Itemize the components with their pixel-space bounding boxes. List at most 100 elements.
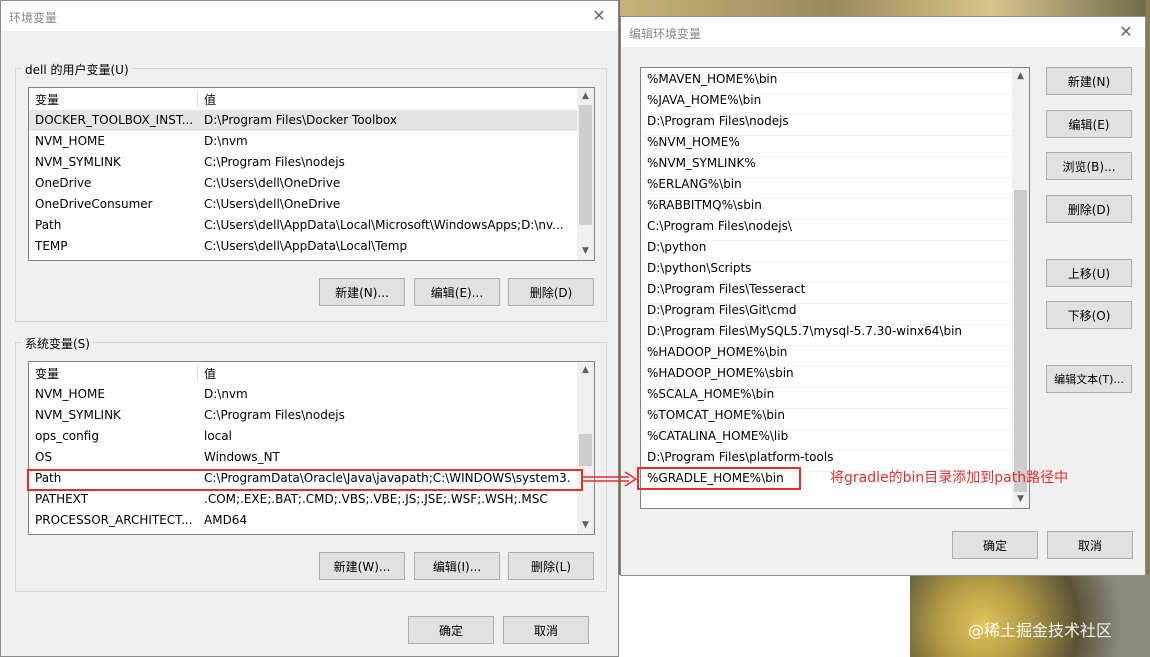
system-delete-button[interactable]: 删除(L) (508, 552, 594, 580)
row-divider (645, 240, 1013, 241)
list-item[interactable]: %HADOOP_HOME%\sbin (641, 363, 1013, 384)
table-row[interactable]: PATHEXT .COM;.EXE;.BAT;.CMD;.VBS;.VBE;.JS… (29, 489, 577, 510)
variable-value: AMD64 (204, 513, 248, 527)
scroll-thumb[interactable] (579, 105, 592, 225)
list-item[interactable]: %NVM_HOME% (641, 132, 1013, 153)
column-header-value[interactable]: 值 (204, 365, 216, 382)
row-divider (645, 282, 1013, 283)
system-edit-button[interactable]: 编辑(I)... (414, 552, 500, 580)
column-separator[interactable] (197, 364, 198, 382)
list-item[interactable]: D:\Program Files\nodejs (641, 111, 1013, 132)
scroll-down-icon[interactable]: ▼ (1012, 491, 1029, 508)
row-divider (645, 177, 1013, 178)
scroll-thumb[interactable] (579, 434, 592, 466)
user-edit-button[interactable]: 编辑(E)... (414, 278, 500, 306)
table-row[interactable]: OneDriveConsumer C:\Users\dell\OneDrive (29, 194, 577, 215)
table-row[interactable]: NVM_SYMLINK C:\Program Files\nodejs (29, 405, 577, 426)
scroll-down-icon[interactable]: ▼ (577, 517, 594, 534)
list-item[interactable]: D:\Program Files\platform-tools (641, 447, 1013, 468)
path-entry: D:\Program Files\platform-tools (647, 450, 834, 464)
table-row[interactable]: NVM_HOME D:\nvm (29, 131, 577, 152)
list-item[interactable]: %TOMCAT_HOME%\bin (641, 405, 1013, 426)
variable-value: local (204, 429, 232, 443)
user-new-button[interactable]: 新建(N)... (319, 278, 405, 306)
path-entry: D:\Program Files\MySQL5.7\mysql-5.7.30-w… (647, 324, 963, 338)
list-item[interactable]: %CATALINA_HOME%\lib (641, 426, 1013, 447)
scroll-up-icon[interactable]: ▲ (577, 362, 594, 379)
path-browse-button[interactable]: 浏览(B)... (1046, 152, 1132, 180)
list-item[interactable]: %RABBITMQ%\sbin (641, 195, 1013, 216)
table-row[interactable]: OS Windows_NT (29, 447, 577, 468)
system-variables-list[interactable]: 变量 值 NVM_HOME D:\nvm NVM_SYMLINK C:\Program… (28, 361, 595, 535)
path-entry: D:\python\Scripts (647, 261, 752, 275)
table-row[interactable]: DOCKER_TOOLBOX_INST... D:\Program Files\D… (29, 110, 577, 131)
variable-value: C:\Users\dell\AppData\Local\Microsoft\Wi… (204, 218, 564, 232)
move-down-button[interactable]: 下移(O) (1046, 301, 1132, 329)
list-item[interactable]: D:\Program Files\MySQL5.7\mysql-5.7.30-w… (641, 321, 1013, 342)
path-entry: %ERLANG%\bin (647, 177, 742, 191)
ok-button[interactable]: 确定 (952, 531, 1038, 559)
table-row[interactable]: TEMP C:\Users\dell\AppData\Local\Temp (29, 236, 577, 257)
list-item[interactable]: %ERLANG%\bin (641, 174, 1013, 195)
path-delete-button[interactable]: 删除(D) (1046, 195, 1132, 223)
scroll-down-icon[interactable]: ▼ (577, 243, 594, 260)
variable-value: Windows_NT (204, 450, 280, 464)
variable-name: PATHEXT (35, 492, 89, 506)
scroll-thumb[interactable] (1014, 190, 1027, 492)
title-bar[interactable]: 编辑环境变量 ✕ (621, 17, 1145, 47)
list-item[interactable]: D:\python\Scripts (641, 258, 1013, 279)
cancel-button[interactable]: 取消 (503, 616, 589, 644)
list-item[interactable]: %MAVEN_HOME%\bin (641, 69, 1013, 90)
column-header-variable[interactable]: 变量 (35, 365, 59, 382)
row-divider (645, 198, 1013, 199)
close-icon[interactable]: ✕ (588, 5, 610, 27)
row-divider (645, 387, 1013, 388)
move-up-button[interactable]: 上移(U) (1046, 259, 1132, 287)
vertical-scrollbar[interactable]: ▲ ▼ (577, 88, 594, 260)
table-row[interactable]: NVM_HOME D:\nvm (29, 384, 577, 405)
list-item[interactable]: D:\Program Files\Git\cmd (641, 300, 1013, 321)
list-item[interactable]: D:\Program Files\Tesseract (641, 279, 1013, 300)
list-item[interactable]: D:\python (641, 237, 1013, 258)
row-divider (645, 156, 1013, 157)
cancel-button[interactable]: 取消 (1047, 531, 1133, 559)
list-item[interactable]: %NVM_SYMLINK% (641, 153, 1013, 174)
path-edit-button[interactable]: 编辑(E) (1046, 110, 1132, 138)
path-new-button[interactable]: 新建(N) (1046, 67, 1132, 95)
table-row[interactable]: ops_config local (29, 426, 577, 447)
row-divider (645, 93, 1013, 94)
edit-text-button[interactable]: 编辑文本(T)... (1046, 365, 1132, 393)
table-row[interactable]: Path C:\Users\dell\AppData\Local\Microsof… (29, 215, 577, 236)
scroll-up-icon[interactable]: ▲ (1012, 68, 1029, 85)
window-title: 编辑环境变量 (629, 27, 702, 41)
table-row[interactable]: OneDrive C:\Users\dell\OneDrive (29, 173, 577, 194)
list-item[interactable]: C:\Program Files\nodejs\ (641, 216, 1013, 237)
list-item[interactable]: %SCALA_HOME%\bin (641, 384, 1013, 405)
list-item[interactable]: %JAVA_HOME%\bin (641, 90, 1013, 111)
variable-value: .COM;.EXE;.BAT;.CMD;.VBS;.VBE;.JS;.JSE;.… (204, 492, 548, 506)
path-entry: %NVM_HOME% (647, 135, 740, 149)
row-divider (645, 219, 1013, 220)
scroll-up-icon[interactable]: ▲ (577, 88, 594, 105)
path-entry: D:\Program Files\Tesseract (647, 282, 806, 296)
system-variables-label: 系统变量(S) (22, 335, 93, 352)
row-divider (645, 135, 1013, 136)
column-header-variable[interactable]: 变量 (35, 91, 59, 108)
vertical-scrollbar[interactable]: ▲ ▼ (577, 362, 594, 534)
ok-button[interactable]: 确定 (408, 616, 494, 644)
column-separator[interactable] (197, 90, 198, 108)
user-delete-button[interactable]: 删除(D) (508, 278, 594, 306)
column-header-value[interactable]: 值 (204, 91, 216, 108)
table-row[interactable]: NVM_SYMLINK C:\Program Files\nodejs (29, 152, 577, 173)
title-bar[interactable]: 环境变量 ✕ (1, 1, 618, 31)
variable-value: C:\Users\dell\OneDrive (204, 176, 341, 190)
user-variables-list[interactable]: 变量 值 DOCKER_TOOLBOX_INST... D:\Program Fi… (28, 87, 595, 261)
table-row[interactable]: PROCESSOR_ARCHITECT... AMD64 (29, 510, 577, 531)
system-new-button[interactable]: 新建(W)... (319, 552, 405, 580)
close-icon[interactable]: ✕ (1115, 21, 1137, 43)
variable-name: NVM_HOME (35, 134, 105, 148)
path-entries-list[interactable]: %MAVEN_HOME%\bin %JAVA_HOME%\bin D:\Progra… (640, 67, 1030, 509)
list-item[interactable]: %HADOOP_HOME%\bin (641, 342, 1013, 363)
vertical-scrollbar[interactable]: ▲ ▼ (1012, 68, 1029, 508)
environment-variables-window: 环境变量 ✕ dell 的用户变量(U) 变量 值 DOCKER_TOOLBOX… (0, 0, 619, 657)
